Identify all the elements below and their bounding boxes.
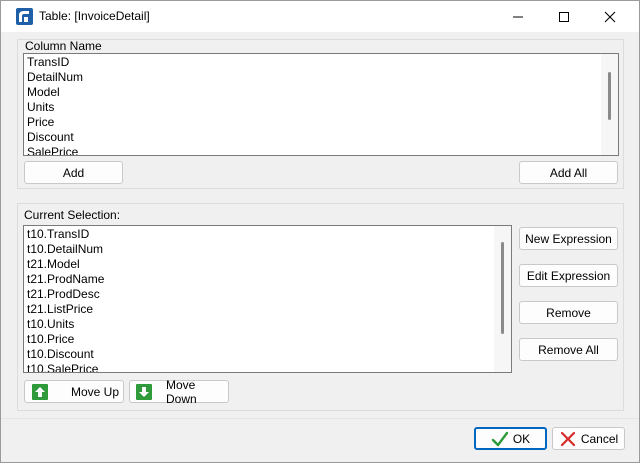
list-item[interactable]: t10.Price — [27, 332, 104, 347]
edit-expression-button[interactable]: Edit Expression — [519, 264, 618, 287]
list-item[interactable]: t10.Units — [27, 317, 104, 332]
cancel-button[interactable]: Cancel — [552, 427, 625, 450]
remove-all-button[interactable]: Remove All — [519, 338, 618, 361]
move-down-label: Move Down — [166, 377, 197, 406]
list-item[interactable]: DetailNum — [27, 70, 83, 85]
list-item[interactable]: Price — [27, 115, 83, 130]
current-selection-list[interactable]: t10.TransID t10.DetailNum t21.Model t21.Pro… — [23, 225, 512, 373]
ok-label: OK — [512, 431, 531, 446]
arrow-down-icon — [136, 383, 152, 400]
dialog-window: Table: [InvoiceDetail] Column Name Trans… — [0, 0, 640, 463]
maximize-icon — [559, 11, 569, 22]
add-all-button[interactable]: Add All — [519, 161, 618, 184]
column-list-items: TransID DetailNum Model Units Price Discount S… — [27, 55, 83, 155]
current-selection-label: Current Selection: — [24, 208, 121, 222]
list-item[interactable]: t10.TransID — [27, 227, 104, 242]
selection-list-items: t10.TransID t10.DetailNum t21.Model t21.Pro… — [27, 227, 104, 372]
ok-button[interactable]: OK — [474, 427, 547, 450]
list-item[interactable]: Model — [27, 85, 83, 100]
list-item[interactable]: t21.Model — [27, 257, 104, 272]
remove-button[interactable]: Remove — [519, 301, 618, 324]
list-item[interactable]: t10.Discount — [27, 347, 104, 362]
list-item[interactable]: SalePrice — [27, 145, 83, 155]
close-icon — [604, 11, 616, 22]
move-up-button[interactable]: Move Up — [24, 380, 124, 403]
title-bar: Table: [InvoiceDetail] — [1, 1, 639, 32]
cancel-label: Cancel — [580, 431, 619, 446]
list-item[interactable]: t21.ListPrice — [27, 302, 104, 317]
x-mark-icon — [560, 431, 575, 446]
table-app-icon — [16, 8, 33, 25]
list-item[interactable]: Units — [27, 100, 83, 115]
maximize-button[interactable] — [541, 1, 587, 32]
column-name-label: Column Name — [25, 39, 102, 53]
list-item[interactable]: Discount — [27, 130, 83, 145]
scroll-thumb[interactable] — [501, 242, 504, 334]
window-title: Table: [InvoiceDetail] — [39, 9, 150, 23]
arrow-up-icon — [32, 383, 48, 400]
close-button[interactable] — [587, 1, 633, 32]
list-item[interactable]: t21.ProdName — [27, 272, 104, 287]
list-item[interactable]: TransID — [27, 55, 83, 70]
column-name-list[interactable]: TransID DetailNum Model Units Price Discount S… — [23, 53, 619, 156]
list-item[interactable]: t10.DetailNum — [27, 242, 104, 257]
minimize-icon — [513, 16, 523, 17]
minimize-button[interactable] — [495, 1, 541, 32]
selection-list-scrollbar[interactable] — [494, 226, 511, 372]
new-expression-button[interactable]: New Expression — [519, 227, 618, 250]
move-down-button[interactable]: Move Down — [129, 377, 229, 406]
list-item[interactable]: t10.SalePrice — [27, 362, 104, 372]
checkmark-icon — [491, 431, 509, 446]
list-item[interactable]: t21.ProdDesc — [27, 287, 104, 302]
move-up-label: Move Up — [71, 384, 120, 399]
column-list-scrollbar[interactable] — [601, 54, 618, 155]
scroll-thumb[interactable] — [608, 72, 611, 120]
footer-separator — [1, 418, 639, 419]
add-button[interactable]: Add — [24, 161, 123, 184]
